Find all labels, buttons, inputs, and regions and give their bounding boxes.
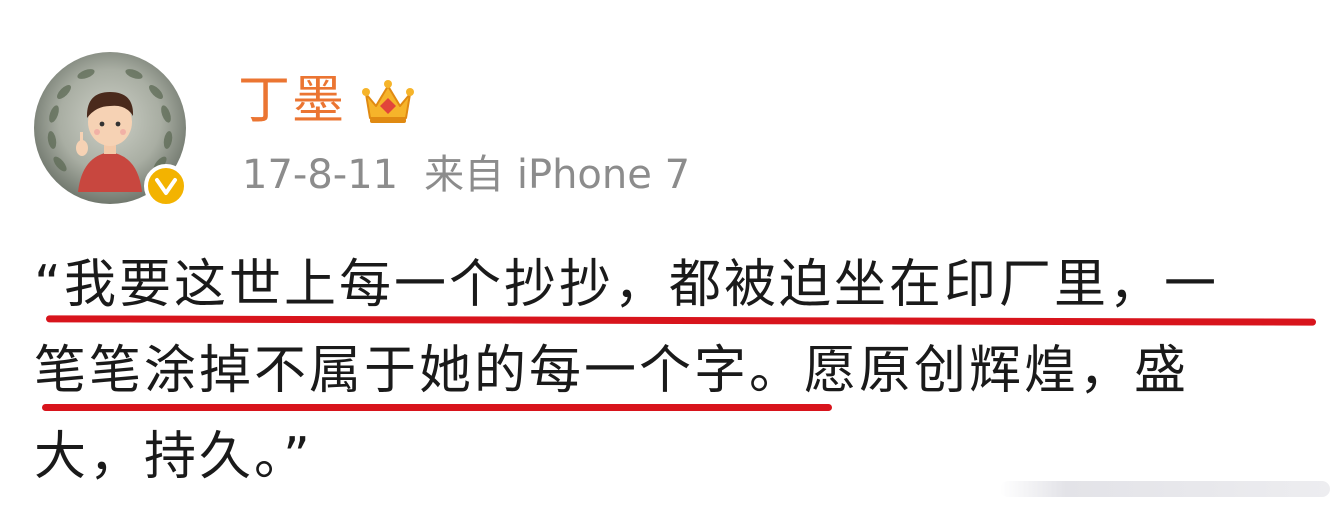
verified-badge-icon: [144, 164, 188, 208]
username-row: 丁墨: [238, 68, 416, 134]
weibo-post: 丁墨 17-8-11 来自 iPhone 7 “我要这世上每一个抄抄，都被迫坐在印…: [0, 0, 1338, 521]
post-content: “我要这世上每一个抄抄，都被迫坐在印厂里，一 笔笔涂掉不属于她的每一个字。愿原创…: [34, 242, 1324, 500]
content-line: 笔笔涂掉不属于她的每一个字。愿原创辉煌，盛: [34, 341, 1190, 401]
post-meta: 17-8-11 来自 iPhone 7: [242, 155, 690, 195]
red-underline-annotation: [42, 404, 832, 411]
avatar-container[interactable]: [34, 52, 188, 208]
username[interactable]: 丁墨: [238, 75, 346, 127]
crown-icon[interactable]: [360, 76, 416, 126]
post-date: 17-8-11: [242, 152, 399, 198]
watermark: [1000, 481, 1330, 497]
post-source[interactable]: 来自 iPhone 7: [424, 152, 690, 198]
